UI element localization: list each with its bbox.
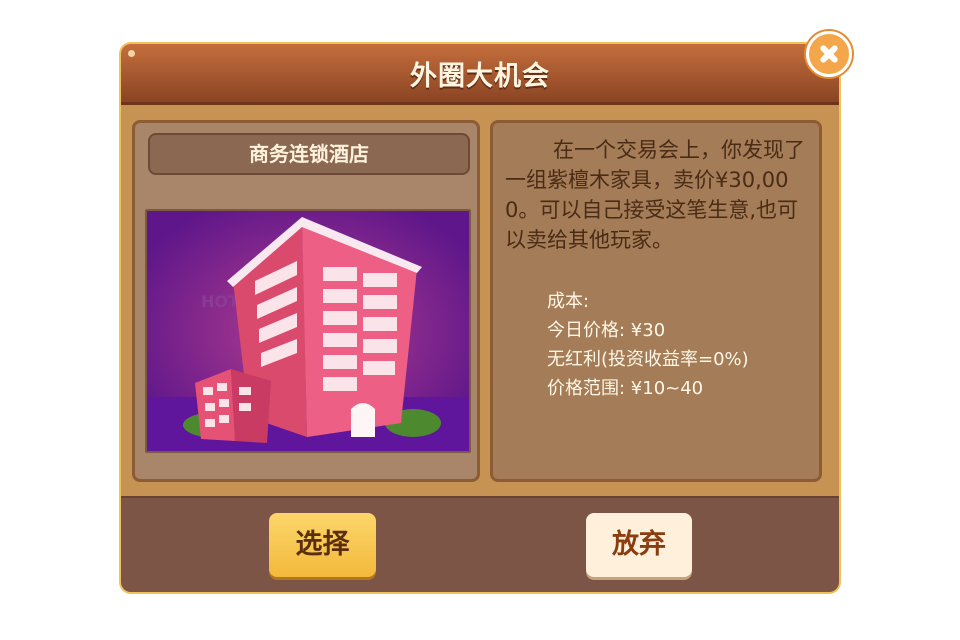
stat-price-range: 价格范围: ¥10~40	[547, 378, 704, 399]
stat-dividend: 无红利(投资收益率=0%)	[547, 349, 749, 370]
stats-list: 成本: 今日价格: ¥30 无红利(投资收益率=0%) 价格范围: ¥10~40	[547, 287, 749, 403]
hotel-image: HOT	[145, 209, 471, 453]
stat-today-price: 今日价格: ¥30	[547, 320, 666, 341]
item-name: 商务连锁酒店	[148, 133, 470, 175]
button-bar: 选择 放弃	[121, 496, 839, 592]
close-icon[interactable]	[806, 31, 852, 77]
title-bar: 外圈大机会	[121, 44, 839, 105]
select-button[interactable]: 选择	[269, 513, 376, 577]
opportunity-dialog: 外圈大机会 商务连锁酒店 HOT 在一个交易会上，你发现了一组紫檀木家具，卖价¥…	[119, 42, 841, 594]
event-description: 在一个交易会上，你发现了一组紫檀木家具，卖价¥30,000。可以自己接受这笔生意…	[505, 138, 805, 252]
abandon-button[interactable]: 放弃	[586, 513, 692, 577]
dialog-title: 外圈大机会	[410, 61, 550, 92]
hotel-sign-text: HOT	[201, 292, 239, 311]
hotel-illustration: HOT	[147, 211, 469, 451]
description-panel: 在一个交易会上，你发现了一组紫檀木家具，卖价¥30,000。可以自己接受这笔生意…	[490, 120, 822, 482]
item-card: 商务连锁酒店 HOT	[132, 120, 480, 482]
stat-cost: 成本:	[547, 291, 590, 312]
